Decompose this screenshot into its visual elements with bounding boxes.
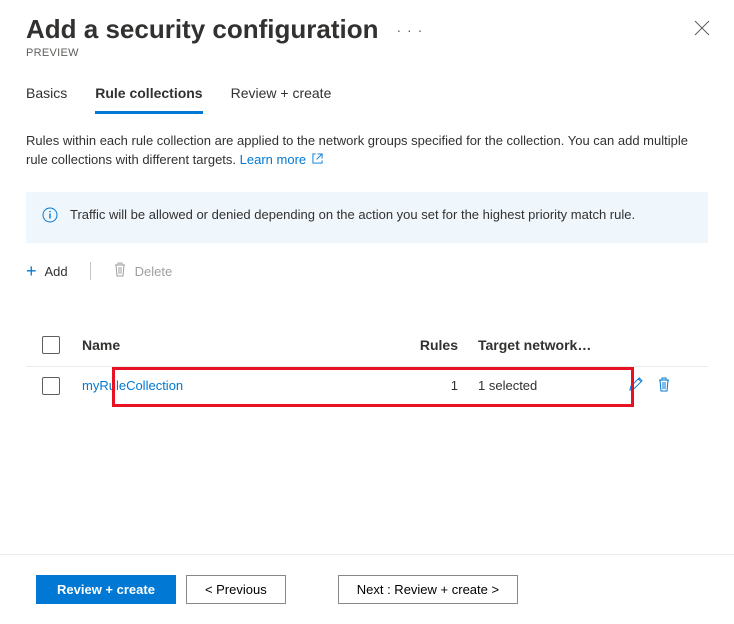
row-delete-button[interactable] xyxy=(657,377,671,395)
trash-icon xyxy=(113,262,127,280)
next-button[interactable]: Next : Review + create > xyxy=(338,575,518,604)
description-body: Rules within each rule collection are ap… xyxy=(26,133,688,167)
cell-rules: 1 xyxy=(378,378,478,393)
delete-button[interactable]: Delete xyxy=(113,262,173,280)
rule-collections-table: Name Rules Target network… myRuleCollect… xyxy=(0,288,734,405)
add-label: Add xyxy=(45,264,68,279)
tab-rule-collections[interactable]: Rule collections xyxy=(95,85,202,114)
review-create-button[interactable]: Review + create xyxy=(36,575,176,604)
previous-button[interactable]: < Previous xyxy=(186,575,286,604)
tab-review-create[interactable]: Review + create xyxy=(231,85,332,114)
preview-badge: PREVIEW xyxy=(26,47,710,59)
info-banner: Traffic will be allowed or denied depend… xyxy=(26,192,708,243)
info-icon xyxy=(42,207,58,229)
footer-bar: Review + create < Previous Next : Review… xyxy=(0,554,734,624)
close-icon xyxy=(694,20,710,36)
page-title: Add a security configuration xyxy=(26,14,379,45)
tab-basics[interactable]: Basics xyxy=(26,85,67,114)
select-all-checkbox[interactable] xyxy=(42,336,60,354)
close-button[interactable] xyxy=(694,20,710,39)
column-header-name[interactable]: Name xyxy=(82,337,378,353)
column-header-target[interactable]: Target network… xyxy=(478,337,628,353)
external-link-icon xyxy=(312,153,323,164)
column-header-rules[interactable]: Rules xyxy=(378,337,478,353)
info-text: Traffic will be allowed or denied depend… xyxy=(70,206,635,225)
toolbar: + Add Delete xyxy=(0,243,734,288)
panel-header: Add a security configuration · · · PREVI… xyxy=(0,0,734,67)
learn-more-link[interactable]: Learn more xyxy=(240,152,323,167)
edit-button[interactable] xyxy=(628,377,643,395)
plus-icon: + xyxy=(26,261,37,282)
toolbar-separator xyxy=(90,262,91,280)
pencil-icon xyxy=(628,377,643,392)
description-text: Rules within each rule collection are ap… xyxy=(0,114,734,170)
table-row: myRuleCollection 1 1 selected xyxy=(26,366,708,405)
cell-target: 1 selected xyxy=(478,378,628,393)
delete-label: Delete xyxy=(135,264,173,279)
table-header-row: Name Rules Target network… xyxy=(26,328,708,366)
rule-collection-link[interactable]: myRuleCollection xyxy=(82,378,183,393)
more-actions-icon[interactable]: · · · xyxy=(397,22,424,38)
row-checkbox[interactable] xyxy=(42,377,60,395)
tab-bar: Basics Rule collections Review + create xyxy=(0,67,734,114)
trash-icon xyxy=(657,377,671,392)
add-button[interactable]: + Add xyxy=(26,261,68,282)
